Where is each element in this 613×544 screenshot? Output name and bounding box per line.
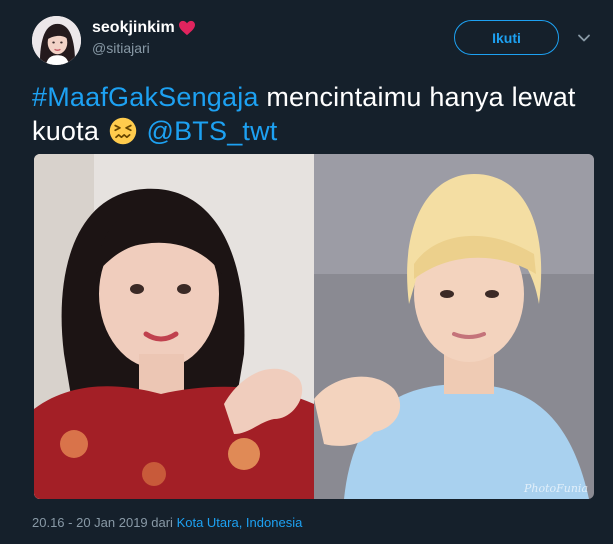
tweet-text: #MaafGakSengaja mencintaimu hanya lewat …: [32, 80, 592, 148]
user-avatar[interactable]: [32, 16, 81, 65]
tweet-meta: 20.16 - 20 Jan 2019 dari Kota Utara, Ind…: [32, 515, 302, 530]
heart-icon: [178, 20, 195, 36]
mention-link[interactable]: @BTS_twt: [146, 116, 277, 146]
tweet-media[interactable]: PhotoFunia: [34, 154, 594, 499]
photo-watermark: PhotoFunia: [523, 482, 588, 495]
display-name[interactable]: seokjinkim: [92, 18, 196, 38]
confounded-face-icon: [109, 117, 136, 145]
tweet-card: seokjinkim @sitiajari Ikuti #MaafGakSeng…: [0, 0, 613, 544]
user-handle[interactable]: @sitiajari: [92, 38, 196, 58]
location-link[interactable]: Kota Utara, Indonesia: [177, 515, 303, 530]
hashtag-link[interactable]: #MaafGakSengaja: [32, 82, 259, 112]
display-name-text[interactable]: seokjinkim: [92, 18, 175, 38]
photo-right[interactable]: PhotoFunia: [314, 154, 594, 499]
follow-button[interactable]: Ikuti: [454, 20, 559, 55]
chevron-down-icon[interactable]: [576, 30, 592, 46]
user-info: seokjinkim @sitiajari: [92, 18, 196, 58]
timestamp[interactable]: 20.16 - 20 Jan 2019: [32, 515, 148, 530]
from-label: dari: [147, 515, 177, 530]
photo-left[interactable]: [34, 154, 314, 499]
